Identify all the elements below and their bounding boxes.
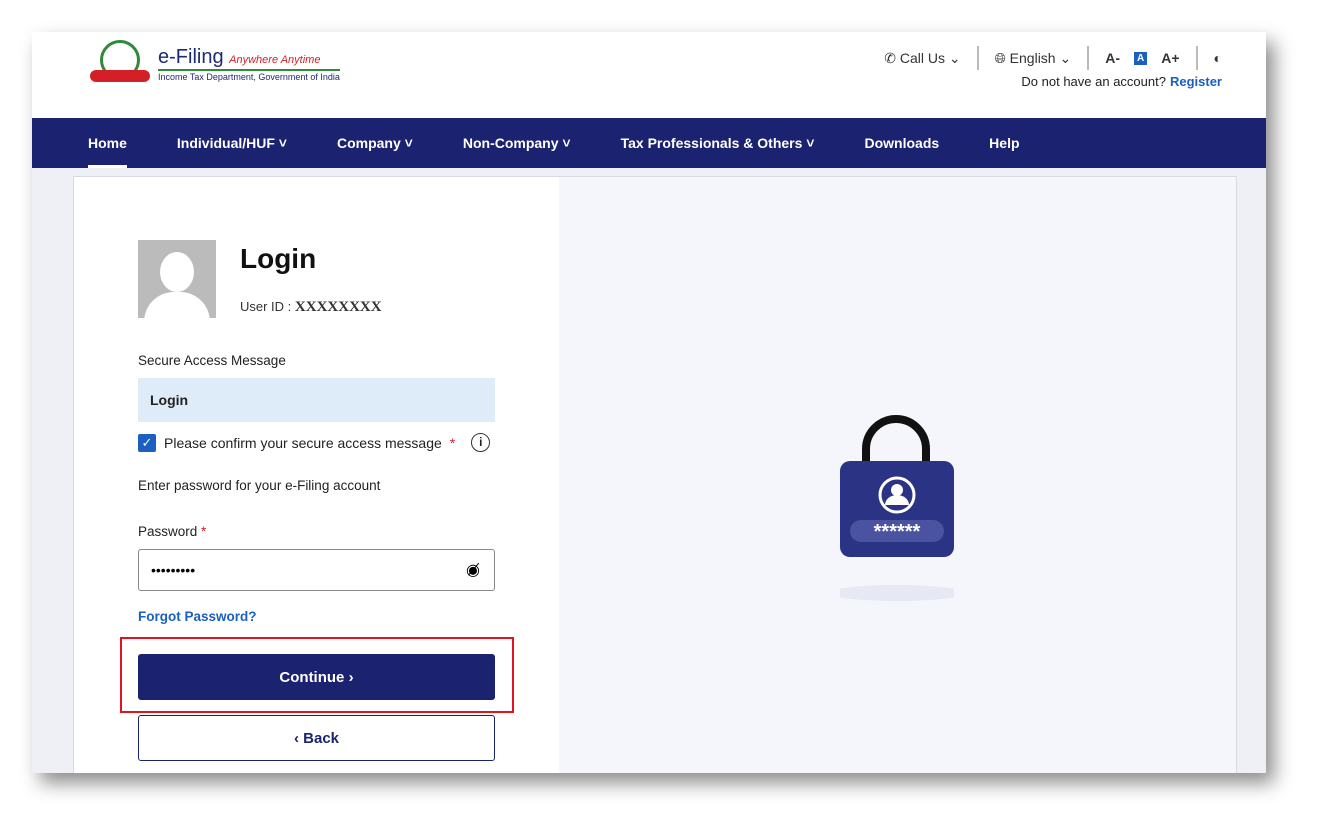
tagline: Anywhere Anytime [229,54,321,66]
password-hint: Enter password for your e-Filing account [138,478,381,493]
header: e-Filing Anywhere Anytime Income Tax Dep… [32,32,1266,118]
divider [1195,46,1198,70]
padlock-illustration: ****** [840,415,954,601]
password-input[interactable]: ••••••••• ◉̸ [138,549,495,591]
nav-help[interactable]: Help [989,118,1019,168]
emblem-icon [88,40,152,88]
language-select[interactable]: 🌐︎ English ⌄ [995,50,1072,67]
divider [1087,46,1090,70]
checkbox-checked-icon[interactable]: ✓ [138,433,156,452]
contrast-icon[interactable]: ◐ [1214,50,1222,66]
nav-individual[interactable]: Individual/HUF ˅ [177,118,287,168]
nav-home[interactable]: Home [88,118,127,168]
normal-font-button[interactable]: A [1134,51,1148,65]
main-nav: Home Individual/HUF ˅ Company ˅ Non-Comp… [32,118,1266,168]
avatar [138,240,216,318]
secure-message-label: Secure Access Message [138,353,286,368]
eye-slash-icon[interactable]: ◉̸ [466,560,480,580]
nav-downloads[interactable]: Downloads [865,118,940,168]
password-label: Password * [138,524,207,539]
confirm-checkbox[interactable]: ✓ Please confirm your secure access messa… [138,433,491,452]
user-id: User ID : XXXXXXXX [240,299,382,315]
efiling-logo[interactable]: e-Filing Anywhere Anytime Income Tax Dep… [88,40,340,88]
call-us-label: Call Us [899,49,945,66]
continue-button[interactable]: Continue › [138,654,495,700]
nav-company[interactable]: Company ˅ [337,118,413,168]
no-account-text: Do not have an account? [1021,74,1166,89]
brand-name: e-Filing [158,46,224,68]
divider [976,46,979,70]
call-us-menu[interactable]: ✆ Call Us ⌄ [884,50,960,67]
page-title: Login [240,243,317,274]
secure-message-value: Login [138,378,495,422]
register-link[interactable]: Register [1170,74,1222,89]
forgot-password-link[interactable]: Forgot Password? [138,609,257,624]
phone-icon: ✆ [884,49,896,66]
browser-page: e-Filing Anywhere Anytime Income Tax Dep… [32,32,1266,773]
login-card: Login User ID : XXXXXXXX Secure Access M… [73,176,1237,773]
nav-non-company[interactable]: Non-Company ˅ [463,118,571,168]
decrease-font-button[interactable]: A- [1105,50,1120,66]
nav-tax-professionals[interactable]: Tax Professionals & Others ˅ [621,118,815,168]
login-form: Login User ID : XXXXXXXX Secure Access M… [74,177,559,773]
dept-name: Income Tax Department, Government of Ind… [158,69,340,82]
back-button[interactable]: ‹ Back [138,715,495,761]
confirm-label: Please confirm your secure access messag… [164,434,442,451]
info-icon[interactable]: i [471,433,491,452]
globe-icon: 🌐︎ [994,49,1006,66]
increase-font-button[interactable]: A+ [1161,50,1179,66]
language-label: English [1009,49,1056,66]
lock-mask-text: ****** [874,521,921,543]
